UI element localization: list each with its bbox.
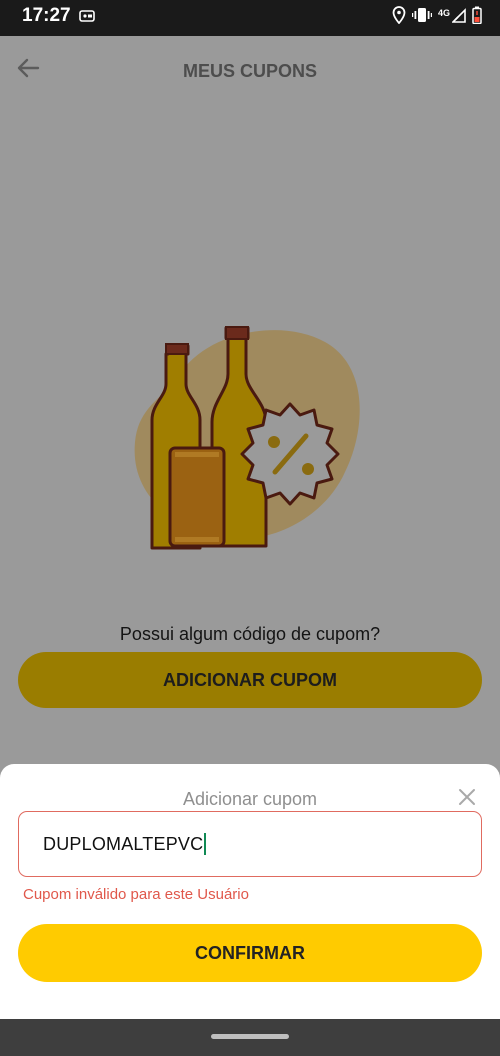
location-icon <box>392 6 406 29</box>
coupon-code-input[interactable]: DUPLOMALTEPVC <box>18 811 482 877</box>
app-header: MEUS CUPONS <box>0 36 500 106</box>
coupon-code-value: DUPLOMALTEPVC <box>43 833 204 854</box>
home-indicator[interactable] <box>211 1034 289 1039</box>
close-button[interactable] <box>454 786 480 812</box>
add-coupon-sheet: Adicionar cupom DUPLOMALTEPVC Cupom invá… <box>0 764 500 1019</box>
add-coupon-button[interactable]: ADICIONAR CUPOM <box>18 652 482 708</box>
coupon-error-message: Cupom inválido para este Usuário <box>23 886 249 903</box>
notification-icon <box>79 9 95 28</box>
sheet-title: Adicionar cupom <box>182 789 318 809</box>
network-label: 4G <box>437 7 450 18</box>
vibrate-icon <box>411 7 432 28</box>
system-nav-bar <box>0 1019 500 1056</box>
bottles-illustration <box>130 322 370 552</box>
close-icon <box>458 788 476 811</box>
confirm-button[interactable]: CONFIRMAR <box>18 924 482 982</box>
status-icons: 4G <box>392 6 482 29</box>
coupon-prompt: Possui algum código de cupom? <box>119 624 381 644</box>
text-cursor <box>204 833 207 855</box>
signal-icon <box>451 7 466 28</box>
battery-low-icon <box>472 6 482 29</box>
status-time: 17:27 <box>22 5 71 26</box>
status-bar: 17:27 4G <box>0 0 500 36</box>
page-title: MEUS CUPONS <box>182 61 317 81</box>
